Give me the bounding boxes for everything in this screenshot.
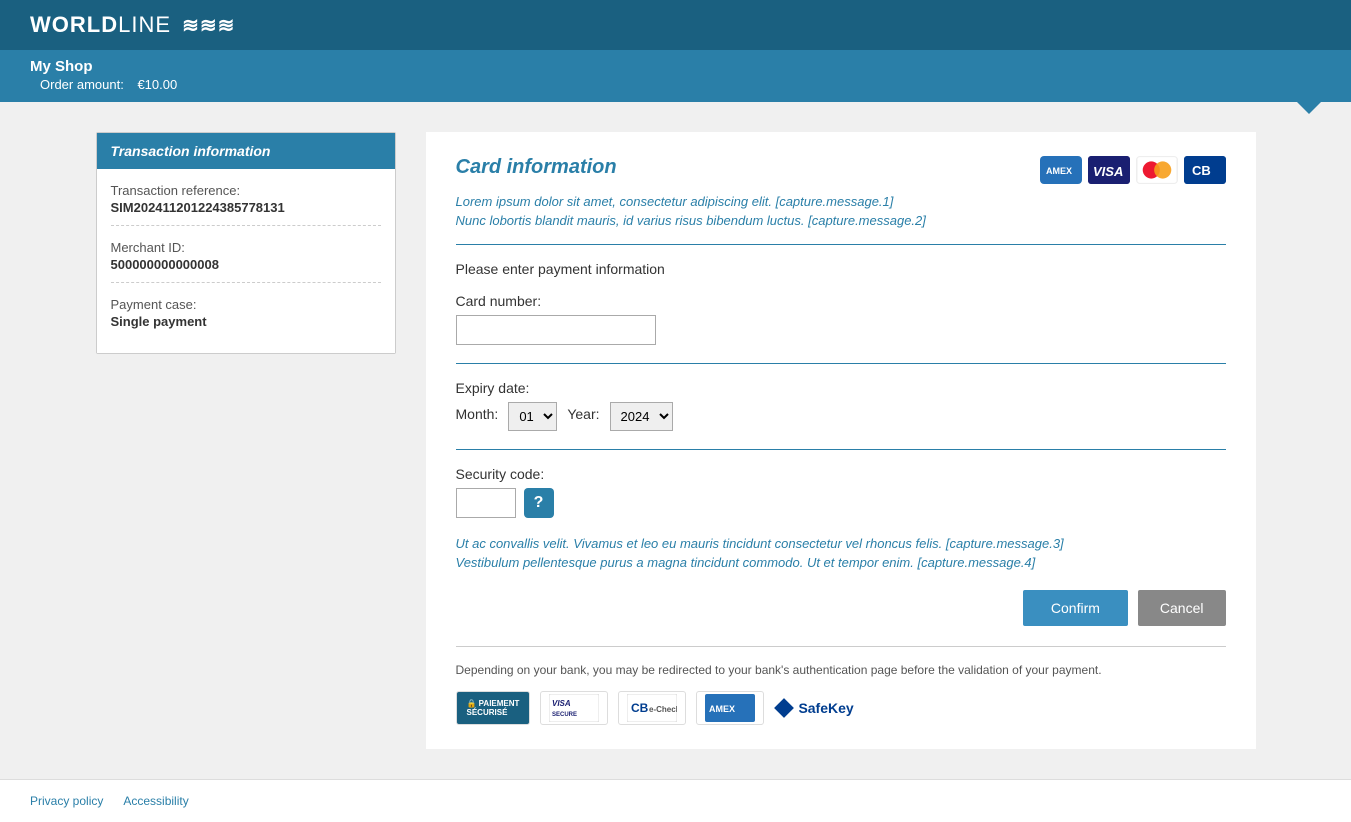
amex-secure-logo: AMEX [696,691,764,725]
visa-logo: VISA [1088,156,1130,184]
card-number-label: Card number: [456,293,1226,309]
svg-text:e-Check: e-Check [649,705,677,714]
separator-top [456,244,1226,245]
year-select[interactable]: 2024202520262027202820292030 [610,402,673,431]
transaction-box-header: Transaction information [97,133,395,169]
mastercard-logo [1136,156,1178,184]
svg-text:VISA: VISA [1093,164,1123,179]
order-amount: Order amount: €10.00 [30,77,1321,92]
section-title: Please enter payment information [456,261,1226,277]
security-input-row: ? [456,488,1226,518]
top-messages: Lorem ipsum dolor sit amet, consectetur … [456,194,1226,228]
confirm-button[interactable]: Confirm [1023,590,1128,626]
logo-waves-icon: ≋≋≋ [182,15,235,37]
merchant-id-label: Merchant ID: [111,240,381,255]
year-label: Year: [567,406,599,422]
main-layout: Transaction information Transaction refe… [76,132,1276,749]
cb-icon: CB [1184,156,1226,184]
shop-name: My Shop [30,58,1321,75]
amex-logo: AMEX [1040,156,1082,184]
dropdown-arrow-icon [1297,102,1321,114]
merchant-id-value: 500000000000008 [111,257,381,272]
tx-ref-value: SIM202411201224385778131 [111,200,381,215]
subheader: My Shop Order amount: €10.00 [0,50,1351,102]
svg-text:CB: CB [1192,163,1211,178]
message3: Ut ac convallis velit. Vivamus et leo eu… [456,536,1226,551]
tx-ref-label: Transaction reference: [111,183,381,198]
visa-secure-icon: VISA SECURE [549,694,599,722]
logo-world: WORLD [30,12,118,37]
safekey-icon [774,698,794,718]
payment-case-row: Payment case: Single payment [111,297,381,339]
message1: Lorem ipsum dolor sit amet, consectetur … [456,194,1226,209]
amex-secure-icon: AMEX [705,694,755,722]
security-code-group: Security code: ? [456,466,1226,518]
svg-text:AMEX: AMEX [1046,166,1072,176]
message2: Nunc lobortis blandit mauris, id varius … [456,213,1226,228]
sidebar: Transaction information Transaction refe… [96,132,396,749]
svg-text:SECURE: SECURE [552,712,577,718]
merchant-id-row: Merchant ID: 500000000000008 [111,240,381,283]
card-info-header: Card information AMEX VISA [456,156,1226,184]
transaction-info-box: Transaction information Transaction refe… [96,132,396,354]
paiement-securise-logo: 🔒 PAIEMENTSÉCURISÉ [456,691,531,725]
month-select[interactable]: 010203040506070809101112 [508,402,557,431]
accessibility-link[interactable]: Accessibility [123,794,188,808]
cb-check-icon: CB e-Check [627,694,677,722]
payment-case-value: Single payment [111,314,381,329]
logo: WORLDLINE ≋≋≋ [30,12,235,38]
message4: Vestibulum pellentesque purus a magna ti… [456,555,1226,570]
security-code-label: Security code: [456,466,1226,482]
expiry-group: Expiry date: Month: 01020304050607080910… [456,380,1226,431]
card-number-input[interactable] [456,315,656,345]
svg-text:AMEX: AMEX [709,704,735,714]
card-info-title: Card information [456,156,617,179]
svg-text:VISA: VISA [552,699,571,708]
bottom-messages: Ut ac convallis velit. Vivamus et leo eu… [456,536,1226,570]
header: WORLDLINE ≋≋≋ [0,0,1351,50]
privacy-policy-link[interactable]: Privacy policy [30,794,103,808]
cancel-button[interactable]: Cancel [1138,590,1226,626]
visa-icon: VISA [1088,156,1130,184]
expiry-row: Month: 010203040506070809101112 Year: 20… [456,402,1226,431]
visa-secure-logo: VISA SECURE [540,691,608,725]
transaction-box-body: Transaction reference: SIM20241120122438… [97,169,395,353]
security-code-input[interactable] [456,488,516,518]
separator-mid [456,363,1226,364]
cb-logo: CB [1184,156,1226,184]
security-help-button[interactable]: ? [524,488,554,518]
cb-check-logo: CB e-Check [618,691,686,725]
logo-line: LINE [118,12,171,37]
security-logos: 🔒 PAIEMENTSÉCURISÉ VISA SECURE CB e-Chec… [456,691,1226,725]
month-label: Month: [456,406,499,422]
payment-case-label: Payment case: [111,297,381,312]
footer: Privacy policy Accessibility [0,779,1351,822]
bottom-separator [456,646,1226,647]
content-area: Card information AMEX VISA [426,132,1256,749]
bank-redirect-info: Depending on your bank, you may be redir… [456,661,1226,679]
expiry-label: Expiry date: [456,380,1226,396]
transaction-reference-row: Transaction reference: SIM20241120122438… [111,183,381,226]
button-row: Confirm Cancel [456,590,1226,626]
mastercard-icon [1137,156,1177,184]
card-number-group: Card number: [456,293,1226,345]
separator-mid2 [456,449,1226,450]
amex-icon: AMEX [1042,158,1080,182]
safekey-logo: SafeKey [774,698,853,718]
card-logos: AMEX VISA [1040,156,1226,184]
svg-text:CB: CB [631,701,649,715]
